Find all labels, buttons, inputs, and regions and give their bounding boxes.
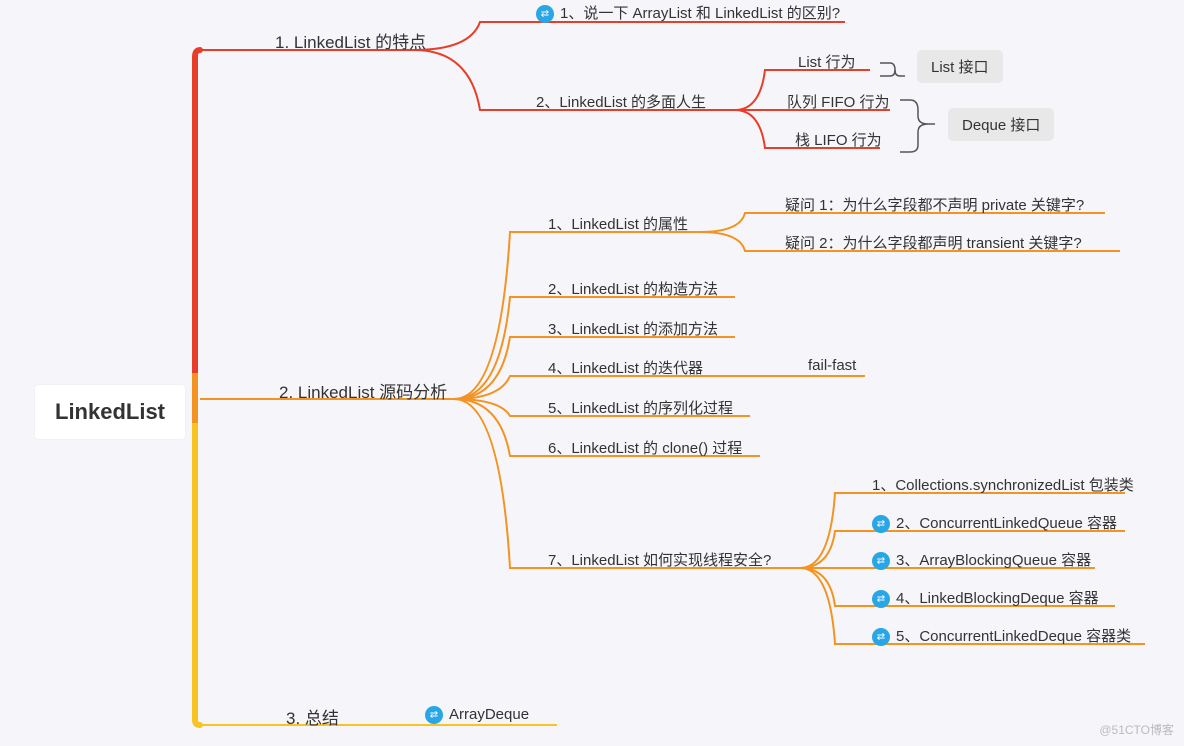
link-icon <box>872 552 890 570</box>
s2-c7: 7、LinkedList 如何实现线程安全? <box>548 549 771 570</box>
badge-list: List 接口 <box>917 50 1003 83</box>
s2-c3: 3、LinkedList 的添加方法 <box>548 318 718 339</box>
link-icon <box>536 5 554 23</box>
s2-c6: 6、LinkedList 的 clone() 过程 <box>548 437 742 458</box>
section-1: 1. LinkedList 的特点 <box>275 28 426 53</box>
s2-c7-t1: 1、Collections.synchronizedList 包装类 <box>872 474 1134 495</box>
s3-c1: ArrayDeque <box>425 706 529 724</box>
watermark: @51CTO博客 <box>1099 721 1174 738</box>
s2-c7-t5: 5、ConcurrentLinkedDeque 容器类 <box>872 625 1131 646</box>
s1-c2-b: 队列 FIFO 行为 <box>787 91 890 112</box>
s3-c1-label: ArrayDeque <box>449 706 529 723</box>
section-2: 2. LinkedList 源码分析 <box>279 378 447 403</box>
s2-c2: 2、LinkedList 的构造方法 <box>548 278 718 299</box>
s2-c7-t2: 2、ConcurrentLinkedQueue 容器 <box>872 512 1117 533</box>
link-icon <box>872 628 890 646</box>
s2-c7-t4: 4、LinkedBlockingDeque 容器 <box>872 587 1099 608</box>
badge-deque: Deque 接口 <box>948 108 1054 141</box>
root-node: LinkedList <box>35 385 185 439</box>
s1-c2-c: 栈 LIFO 行为 <box>795 129 882 150</box>
s2-c7-t2-label: 2、ConcurrentLinkedQueue 容器 <box>896 515 1117 532</box>
s2-c1-q1: 疑问 1：为什么字段都不声明 private 关键字? <box>785 194 1084 215</box>
s2-c7-t4-label: 4、LinkedBlockingDeque 容器 <box>896 590 1099 607</box>
s2-c5: 5、LinkedList 的序列化过程 <box>548 397 733 418</box>
s2-c1-q2: 疑问 2：为什么字段都声明 transient 关键字? <box>785 232 1082 253</box>
link-icon <box>872 515 890 533</box>
section-3: 3. 总结 <box>286 704 339 729</box>
link-icon <box>872 590 890 608</box>
s2-c7-t5-label: 5、ConcurrentLinkedDeque 容器类 <box>896 628 1131 645</box>
s2-c4: 4、LinkedList 的迭代器 <box>548 357 703 378</box>
s1-c1-label: 1、说一下 ArrayList 和 LinkedList 的区别? <box>560 5 840 22</box>
s2-c7-t3-label: 3、ArrayBlockingQueue 容器 <box>896 552 1091 569</box>
link-icon <box>425 706 443 724</box>
s1-child-2: 2、LinkedList 的多面人生 <box>536 91 706 112</box>
s1-child-1: 1、说一下 ArrayList 和 LinkedList 的区别? <box>536 2 840 23</box>
s1-c2-a: List 行为 <box>798 51 856 72</box>
s2-c7-t3: 3、ArrayBlockingQueue 容器 <box>872 549 1091 570</box>
s2-c1: 1、LinkedList 的属性 <box>548 213 688 234</box>
s2-c4-extra: fail-fast <box>808 357 856 374</box>
